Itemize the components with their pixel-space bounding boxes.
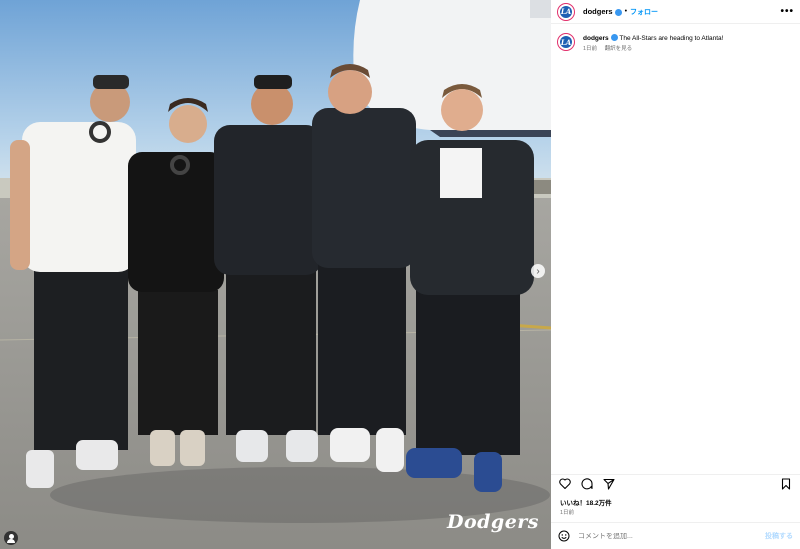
verified-icon — [614, 9, 622, 16]
user-icon[interactable] — [4, 531, 18, 545]
separator-dot: • — [624, 8, 628, 15]
header-username[interactable]: dodgers — [583, 7, 613, 16]
action-bar — [551, 474, 800, 492]
caption-line: dodgers The All-Stars are heading to Atl… — [583, 33, 723, 43]
verified-icon — [610, 34, 618, 41]
post-comment-button[interactable]: 投稿する — [765, 531, 793, 541]
more-options-icon[interactable]: ••• — [780, 6, 794, 17]
post-sidebar: LA dodgers • フォロー ••• LA dodgers The All… — [551, 0, 800, 549]
like-count[interactable]: いいね！18.2万件 — [560, 497, 612, 507]
heart-icon[interactable] — [558, 477, 572, 491]
dodgers-watermark: Dodgers — [446, 511, 539, 533]
caption-text: The All-Stars are heading to Atlanta! — [619, 35, 724, 42]
caption-meta: 1日前 翻訳を見る — [583, 44, 723, 52]
avatar[interactable]: LA — [557, 2, 575, 21]
comment-icon[interactable] — [580, 477, 594, 491]
share-icon[interactable] — [602, 477, 616, 491]
team-photo-illustration — [0, 0, 551, 549]
bookmark-icon[interactable] — [779, 477, 793, 491]
caption-time: 1日前 — [583, 46, 598, 52]
person-3 — [214, 75, 322, 462]
post-date: 1日前 — [560, 510, 575, 516]
post-header: LA dodgers • フォロー ••• — [551, 0, 800, 24]
caption-body: dodgers The All-Stars are heading to Atl… — [583, 33, 723, 52]
caption-username[interactable]: dodgers — [583, 35, 609, 42]
translate-link[interactable]: 翻訳を見る — [605, 46, 633, 52]
caption: LA dodgers The All-Stars are heading to … — [551, 24, 800, 52]
follow-button[interactable]: フォロー — [630, 7, 658, 17]
next-photo-button[interactable]: › — [531, 264, 545, 278]
person-4 — [312, 64, 416, 472]
person-5 — [406, 84, 534, 492]
emoji-icon[interactable] — [558, 530, 570, 542]
dodgers-logo-icon: LA — [560, 36, 572, 48]
dodgers-logo-icon: LA — [560, 5, 572, 18]
post-photo[interactable]: › Dodgers — [0, 0, 551, 549]
comment-input[interactable] — [578, 532, 738, 540]
comment-bar: 投稿する — [551, 522, 800, 549]
person-2 — [128, 98, 224, 466]
caption-avatar[interactable]: LA — [557, 33, 575, 51]
